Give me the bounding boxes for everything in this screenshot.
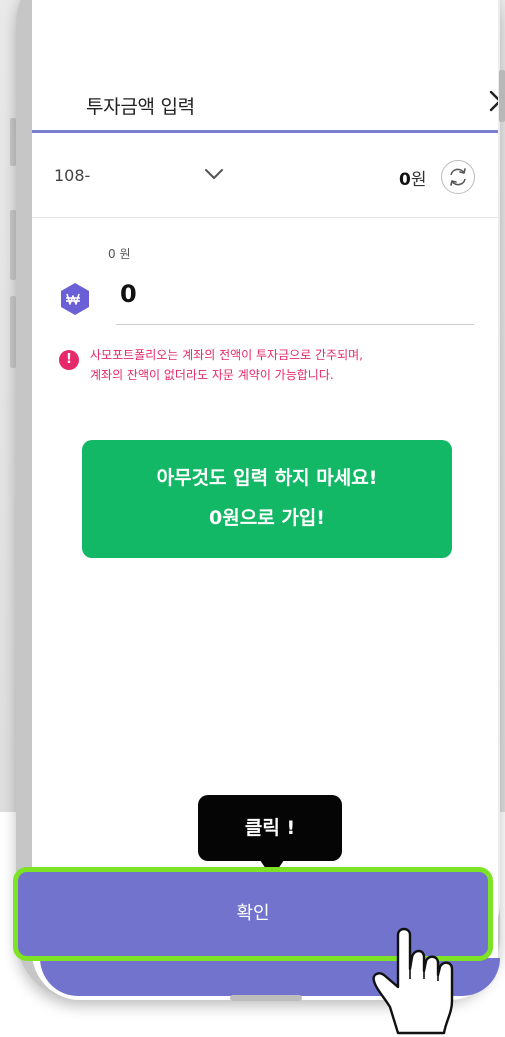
won-icon bbox=[61, 283, 89, 315]
refresh-button[interactable] bbox=[441, 160, 475, 194]
instruction-callout: 아무것도 입력 하지 마세요! 0원으로 가입! bbox=[82, 440, 452, 558]
refresh-icon bbox=[450, 168, 466, 186]
pointing-hand-icon bbox=[372, 927, 454, 1035]
amount-input[interactable]: 0 bbox=[120, 280, 137, 308]
account-number: 108- bbox=[54, 166, 91, 185]
balance-unit: 원 bbox=[410, 170, 427, 190]
callout-line-2: 0원으로 가입! bbox=[209, 507, 325, 529]
warning-line-2: 계좌의 잔액이 없더라도 자문 계약이 가능합니다. bbox=[90, 368, 334, 382]
chevron-down-icon[interactable] bbox=[204, 167, 224, 181]
warning-line-1: 사모포트폴리오는 계좌의 전액이 투자금으로 간주되며, bbox=[90, 348, 363, 362]
account-balance: 0원 bbox=[399, 165, 426, 190]
page-title: 투자금액 입력 bbox=[86, 96, 195, 118]
account-selector[interactable]: 108- 0원 bbox=[32, 133, 498, 218]
amount-hint: 0 원 bbox=[108, 247, 131, 261]
close-icon[interactable] bbox=[487, 88, 498, 114]
amount-underline bbox=[116, 324, 474, 325]
balance-value: 0 bbox=[399, 170, 411, 190]
click-tooltip: 클릭 ! bbox=[198, 795, 342, 861]
home-indicator bbox=[230, 995, 302, 1001]
phone-side-button bbox=[499, 70, 505, 122]
callout-line-1: 아무것도 입력 하지 마세요! bbox=[156, 467, 378, 489]
exclamation-icon: ! bbox=[59, 350, 79, 370]
warning-message: 사모포트폴리오는 계좌의 전액이 투자금으로 간주되며, 계좌의 잔액이 없더라… bbox=[90, 345, 363, 385]
